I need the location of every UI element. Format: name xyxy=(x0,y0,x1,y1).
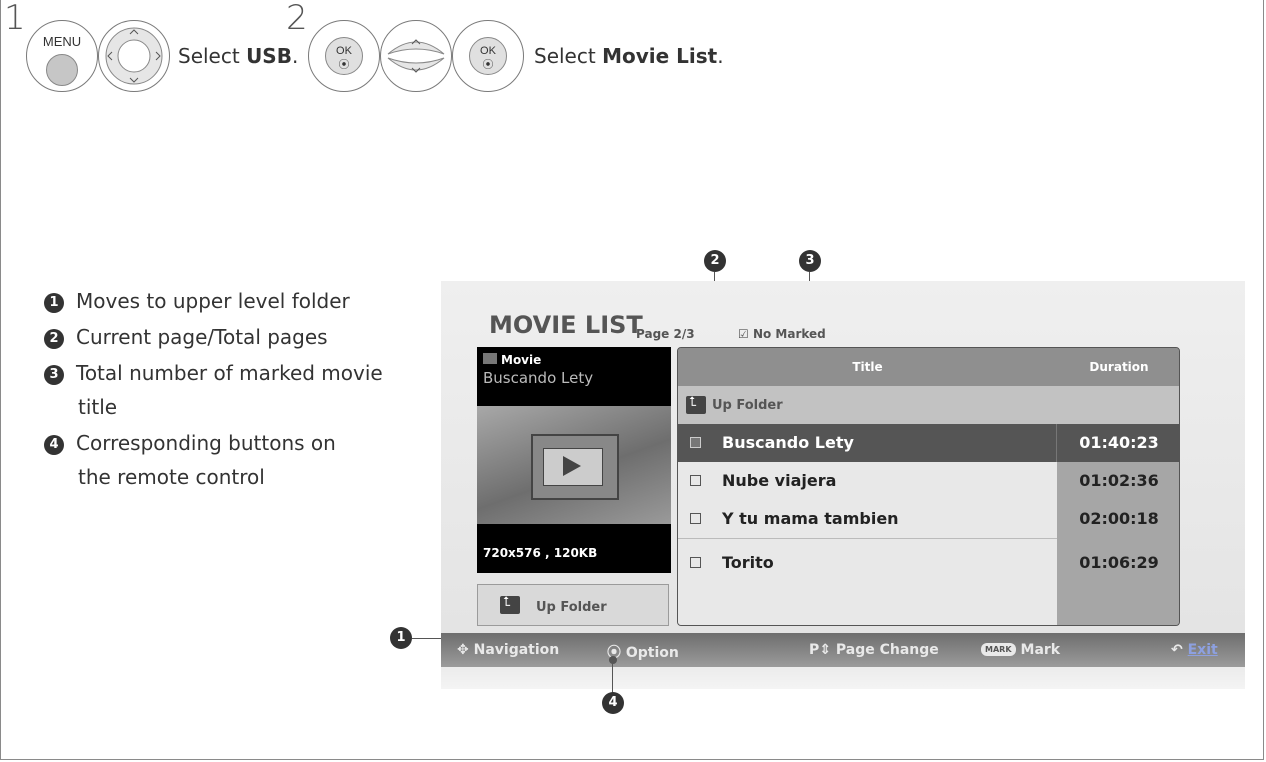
up-folder-row-icon xyxy=(686,395,706,414)
legend-item-4-cont: the remote control xyxy=(78,465,265,489)
selected-row-divider xyxy=(1056,424,1057,462)
movie-row-4[interactable]: Torito 01:06:29 xyxy=(678,544,1179,582)
help-strip: ✥ Navigation ⦿ Option P⇕ Page Change MAR… xyxy=(441,633,1245,667)
step-2-number: 2 xyxy=(286,0,308,38)
directional-pad-button[interactable] xyxy=(98,20,170,92)
play-icon xyxy=(563,456,581,476)
callout-1: 1 xyxy=(390,627,412,649)
movie-title: Y tu mama tambien xyxy=(722,509,899,528)
ok-button[interactable]: OK ⦿ xyxy=(308,20,380,92)
mark-checkbox[interactable] xyxy=(690,437,701,448)
legend-item-3-cont: title xyxy=(78,395,118,419)
callout-3: 3 xyxy=(799,250,821,272)
movie-duration: 02:00:18 xyxy=(1079,509,1159,528)
movie-title: Nube viajera xyxy=(722,471,837,490)
preview-label: Movie xyxy=(501,353,542,367)
up-folder-button-label: Up Folder xyxy=(536,600,607,615)
preview-name: Buscando Lety xyxy=(483,369,594,387)
menu-button-dot xyxy=(46,54,78,86)
step-1-instruction: Select USB. xyxy=(178,44,299,68)
page-change-hint: P⇕ Page Change xyxy=(809,642,939,658)
mark-checkbox[interactable] xyxy=(690,513,701,524)
page-info: Page 2/3 xyxy=(636,327,695,341)
column-title-header: Title xyxy=(852,360,883,374)
option-hint: ⦿ Option xyxy=(607,645,679,661)
callout-4-leader xyxy=(612,660,613,694)
movie-duration: 01:02:36 xyxy=(1079,471,1159,490)
movie-duration: 01:40:23 xyxy=(1079,433,1159,452)
movie-row-1[interactable]: Buscando Lety 01:40:23 xyxy=(678,424,1179,462)
exit-hint[interactable]: ↶ Exit xyxy=(1171,642,1218,658)
legend-item-1: 1 Moves to upper level folder xyxy=(44,285,350,317)
film-frame-icon xyxy=(531,434,619,500)
step-2-instruction: Select Movie List. xyxy=(534,44,724,68)
menu-button[interactable]: MENU xyxy=(26,20,98,92)
menu-button-label: MENU xyxy=(42,34,82,49)
ok-button-face: OK ⦿ xyxy=(325,37,363,75)
step-1-number: 1 xyxy=(4,0,26,38)
list-header: Title Duration xyxy=(678,348,1179,386)
navigation-icon: ✥ xyxy=(457,642,469,658)
mark-checkbox[interactable] xyxy=(690,475,701,486)
movie-row-2[interactable]: Nube viajera 01:02:36 xyxy=(678,462,1179,500)
navigation-hint: ✥ Navigation xyxy=(457,642,560,658)
mark-hint: MARK Mark xyxy=(981,642,1060,658)
screen-title: MOVIE LIST xyxy=(489,311,643,339)
movie-row-3[interactable]: Y tu mama tambien 02:00:18 xyxy=(678,500,1179,538)
ok-confirm-button-face: OK ⦿ xyxy=(469,37,507,75)
ok-confirm-button[interactable]: OK ⦿ xyxy=(452,20,524,92)
movie-icon xyxy=(483,353,497,364)
movie-list-screen: MOVIE LIST Page 2/3 ☑ No Marked Movie Bu… xyxy=(441,281,1245,633)
preview-thumbnail xyxy=(477,406,671,524)
back-icon: ↶ xyxy=(1171,642,1183,658)
page-arrows-icon: ⇕ xyxy=(819,642,831,658)
up-folder-button[interactable]: Up Folder xyxy=(477,584,669,626)
column-duration-header: Duration xyxy=(1089,360,1149,374)
marked-info: ☑ No Marked xyxy=(738,327,826,341)
up-folder-icon xyxy=(500,595,520,614)
mark-badge: MARK xyxy=(981,643,1016,656)
callout-2: 2 xyxy=(704,250,726,272)
legend-item-3: 3 Total number of marked movie xyxy=(44,357,383,389)
legend-item-2: 2 Current page/Total pages xyxy=(44,321,328,353)
movie-title: Buscando Lety xyxy=(722,433,854,452)
preview-meta: 720x576 , 120KB xyxy=(483,546,598,560)
legend-item-4: 4 Corresponding buttons on xyxy=(44,427,336,459)
up-folder-row[interactable]: Up Folder xyxy=(678,386,1179,424)
callout-4: 4 xyxy=(602,692,624,714)
up-folder-row-label: Up Folder xyxy=(712,398,783,413)
up-down-arrows-icon xyxy=(387,39,445,73)
bottom-help-bar: ✥ Navigation ⦿ Option P⇕ Page Change MAR… xyxy=(441,633,1245,689)
up-down-button[interactable] xyxy=(380,20,452,92)
callout-4-dot xyxy=(609,656,617,664)
movie-list-table: Title Duration Up Folder Buscando Lety 0… xyxy=(677,347,1180,626)
directional-pad-icon xyxy=(105,27,163,85)
mark-checkbox[interactable] xyxy=(690,557,701,568)
movie-title: Torito xyxy=(722,553,774,572)
movie-preview: Movie Buscando Lety 720x576 , 120KB xyxy=(477,347,671,573)
movie-duration: 01:06:29 xyxy=(1079,553,1159,572)
row-divider xyxy=(678,538,1057,539)
